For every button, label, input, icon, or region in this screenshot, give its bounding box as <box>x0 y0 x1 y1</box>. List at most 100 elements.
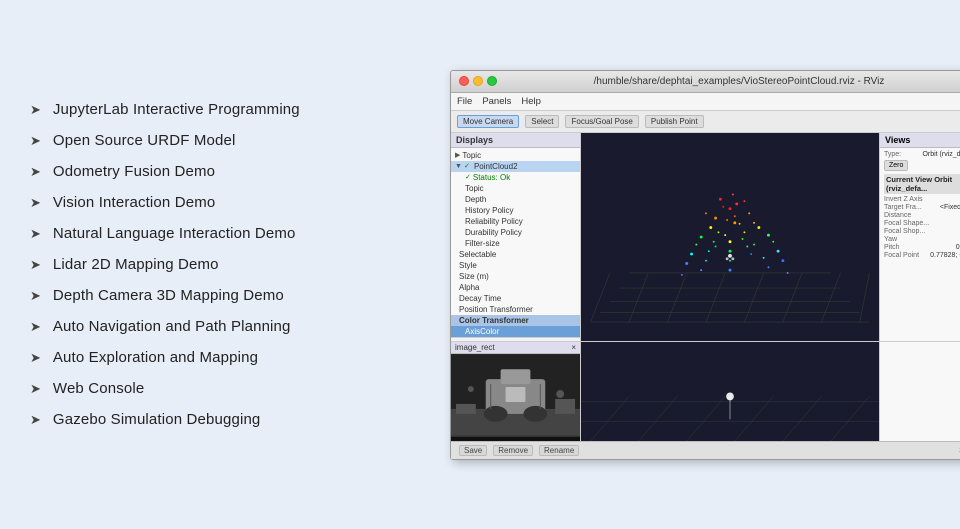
tree-reliability: Reliability Policy <box>451 216 580 227</box>
list-item-label: Auto Navigation and Path Planning <box>53 318 291 335</box>
tree-color-transformer[interactable]: Color Transformer <box>451 315 580 326</box>
list-item-9: ➤ Auto Exploration and Mapping <box>30 345 430 370</box>
displays-panel: Displays ▶ Topic ▼ ✓ PointCloud2 ✓ <box>451 133 581 341</box>
robot-image-svg <box>451 354 580 436</box>
arrow-icon: ➤ <box>30 319 41 335</box>
bottom-panels: image_rect × <box>451 341 960 441</box>
list-item-label: Depth Camera 3D Mapping Demo <box>53 287 284 304</box>
arrow-icon: ➤ <box>30 381 41 397</box>
views-header: Views × <box>880 133 960 148</box>
tree-decay-time: Decay Time <box>451 293 580 304</box>
view-yaw: Yaw 7.1534 <box>884 236 960 243</box>
zero-button[interactable]: Zero <box>884 160 908 171</box>
list-item-3: ➤ Odometry Fusion Demo <box>30 159 430 184</box>
current-view-title: Current View Orbit (rviz_defa... <box>884 174 960 194</box>
view-pitch: Pitch 0.359297 <box>884 244 960 251</box>
list-item-label: Gazebo Simulation Debugging <box>53 411 261 428</box>
arrow-icon: ➤ <box>30 195 41 211</box>
arrow-icon: ➤ <box>30 226 41 242</box>
list-item-8: ➤ Auto Navigation and Path Planning <box>30 314 430 339</box>
menu-file[interactable]: File <box>457 96 472 107</box>
image-panel: image_rect × <box>451 342 581 441</box>
toolbar-publish-point[interactable]: Publish Point <box>645 115 704 128</box>
rviz-menubar: File Panels Help <box>451 93 960 111</box>
tree-pointcloud2[interactable]: ▼ ✓ PointCloud2 <box>451 161 580 172</box>
tree-position-transformer: Position Transformer <box>451 304 580 315</box>
list-item-11: ➤ Gazebo Simulation Debugging <box>30 407 430 432</box>
tree-style: Style <box>451 260 580 271</box>
views-bottom-extension <box>879 342 960 441</box>
view-target-frame: Target Fra... <Fixed frame> <box>884 204 960 211</box>
rviz-titlebar: /humble/share/dephtai_examples/VioStereo… <box>451 71 960 93</box>
list-item-label: Open Source URDF Model <box>53 132 236 149</box>
close-window-btn[interactable] <box>459 76 469 86</box>
viewport-bottom-extension <box>581 342 879 441</box>
window-controls <box>459 76 497 86</box>
maximize-window-btn[interactable] <box>487 76 497 86</box>
list-item-2: ➤ Open Source URDF Model <box>30 128 430 153</box>
list-item-label: JupyterLab Interactive Programming <box>53 101 300 118</box>
view-focal-point: Focal Point 0.77828; -0.161... <box>884 252 960 259</box>
main-3d-viewport[interactable] <box>581 133 879 341</box>
tree-size: Size (m) <box>451 271 580 282</box>
type-value[interactable]: Orbit (rviz_defa... ▼ <box>922 151 960 158</box>
minimize-window-btn[interactable] <box>473 76 483 86</box>
list-item-label: Lidar 2D Mapping Demo <box>53 256 219 273</box>
list-item-label: Natural Language Interaction Demo <box>53 225 296 242</box>
list-item-7: ➤Depth Camera 3D Mapping Demo <box>30 283 430 308</box>
remove-view-btn[interactable]: Remove <box>493 445 533 456</box>
rviz-body: Displays ▶ Topic ▼ ✓ PointCloud2 ✓ <box>451 133 960 341</box>
toolbar-select[interactable]: Select <box>525 115 559 128</box>
toolbar-focus-goal[interactable]: Focus/Goal Pose <box>565 115 638 128</box>
tree-history-policy: History Policy <box>451 205 580 216</box>
views-panel: Views × Type: Orbit (rviz_defa... ▼ Zero… <box>879 133 960 341</box>
status-buttons: Save Remove Rename <box>459 445 579 456</box>
tree-topic: ▶ Topic <box>451 150 580 161</box>
view-type-row: Type: Orbit (rviz_defa... ▼ <box>884 151 960 158</box>
image-panel-header: image_rect × <box>451 342 580 354</box>
views-content: Type: Orbit (rviz_defa... ▼ Zero Current… <box>880 148 960 263</box>
rviz-toolbar: Move Camera Select Focus/Goal Pose Publi… <box>451 111 960 133</box>
list-item-10: ➤ Web Console <box>30 376 430 401</box>
arrow-icon: ➤ <box>30 257 41 273</box>
view-distance: Distance 2.74357 <box>884 212 960 219</box>
arrow-icon: ➤ <box>30 133 41 149</box>
menu-help[interactable]: Help <box>521 96 541 107</box>
view-invert-z: Invert Z Axis <box>884 196 960 203</box>
list-item-6: ➤ Lidar 2D Mapping Demo <box>30 252 430 277</box>
displays-header: Displays <box>451 133 580 148</box>
feature-list: ➤ JupyterLab Interactive Programming ➤ Open… <box>30 97 450 432</box>
arrow-icon: ➤ <box>30 350 41 366</box>
tree-filter: Filter-size <box>451 238 580 249</box>
list-item-4: ➤ Vision Interaction Demo <box>30 190 430 215</box>
list-item-5: ➤ Natural Language Interaction Demo <box>30 221 430 246</box>
rename-view-btn[interactable]: Rename <box>539 445 579 456</box>
rviz-window: /humble/share/dephtai_examples/VioStereo… <box>450 70 960 460</box>
tree-sub-topic: Topic <box>451 183 580 194</box>
list-item-label: Odometry Fusion Demo <box>53 163 215 180</box>
tree-status-ok: ✓ Status: Ok <box>451 172 580 183</box>
image-panel-title: image_rect <box>455 343 495 352</box>
arrow-icon: ➤ <box>30 412 41 428</box>
pointcloud-svg <box>581 133 879 341</box>
list-item-label: Vision Interaction Demo <box>53 194 215 211</box>
save-view-btn[interactable]: Save <box>459 445 487 456</box>
toolbar-move-camera[interactable]: Move Camera <box>457 115 519 128</box>
tree-durability: Durability Policy <box>451 227 580 238</box>
image-panel-close[interactable]: × <box>571 343 576 352</box>
view-focal-shape: Focal Shape... 0.05 <box>884 220 960 227</box>
menu-panels[interactable]: Panels <box>482 96 511 107</box>
type-label: Type: <box>884 151 901 158</box>
image-content <box>451 354 580 437</box>
list-item-label: Web Console <box>53 380 144 397</box>
rviz-screenshot: /humble/share/dephtai_examples/VioStereo… <box>450 70 960 460</box>
tree-depth: Depth <box>451 194 580 205</box>
tree-selectable: Selectable <box>451 249 580 260</box>
rviz-status-bar: Save Remove Rename 31 fps <box>451 441 960 459</box>
tree-axiscolor[interactable]: AxisColor <box>451 326 580 337</box>
tree-alpha: Alpha <box>451 282 580 293</box>
list-item-label: Auto Exploration and Mapping <box>53 349 258 366</box>
views-title: Views <box>885 135 910 145</box>
view-focal-shop: Focal Shop... 0.05 <box>884 228 960 235</box>
arrow-icon: ➤ <box>30 164 41 180</box>
